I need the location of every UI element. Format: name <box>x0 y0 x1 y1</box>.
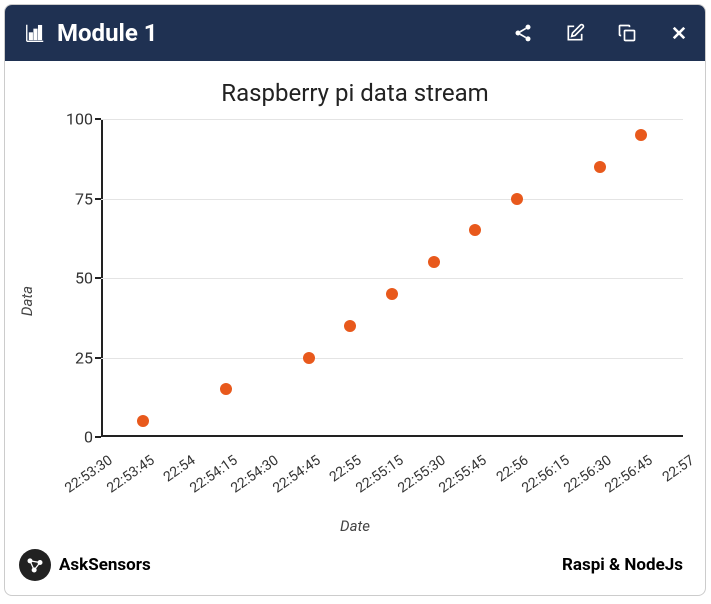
xtick-label: 22:54:45 <box>270 452 323 496</box>
ytick-mark <box>95 198 101 200</box>
xtick-label: 22:53:30 <box>62 452 115 496</box>
chart-area: Raspberry pi data stream Data Date 02550… <box>5 61 705 541</box>
ytick-label: 0 <box>59 428 93 447</box>
footer-subtitle: Raspi & NodeJs <box>562 555 683 575</box>
card-header: Module 1 <box>5 5 705 61</box>
module-card: Module 1 <box>4 4 706 596</box>
gridline <box>101 119 683 120</box>
edit-icon[interactable] <box>563 21 587 45</box>
data-point <box>220 383 232 395</box>
xtick-label: 22:53:45 <box>104 452 157 496</box>
card-title: Module 1 <box>57 19 158 47</box>
header-actions <box>511 21 691 45</box>
ytick-mark <box>95 277 101 279</box>
data-point <box>594 161 606 173</box>
bar-chart-icon <box>23 21 47 45</box>
data-point <box>511 193 523 205</box>
data-point <box>386 288 398 300</box>
data-point <box>137 415 149 427</box>
card-footer: AskSensors Raspi & NodeJs <box>5 541 705 595</box>
data-point <box>428 256 440 268</box>
y-axis-label: Data <box>18 286 36 316</box>
gridline <box>101 199 683 200</box>
x-axis-label: Date <box>340 517 370 535</box>
data-point <box>344 320 356 332</box>
share-icon[interactable] <box>511 21 535 45</box>
gridline <box>101 358 683 359</box>
close-icon[interactable] <box>667 21 691 45</box>
ytick-label: 25 <box>59 348 93 367</box>
ytick-label: 100 <box>59 110 93 129</box>
x-axis-line <box>101 435 683 437</box>
plot-region: 025507510022:53:3022:53:4522:5422:54:152… <box>101 119 683 437</box>
asksensors-logo-icon <box>19 549 51 581</box>
data-point <box>635 129 647 141</box>
ytick-mark <box>95 436 101 438</box>
ytick-label: 50 <box>59 269 93 288</box>
xtick-label: 22:57 <box>660 452 698 485</box>
chart-title: Raspberry pi data stream <box>5 79 705 107</box>
data-point <box>469 224 481 236</box>
copy-icon[interactable] <box>615 21 639 45</box>
footer-brand: AskSensors <box>19 549 151 581</box>
gridline <box>101 278 683 279</box>
data-point <box>303 352 315 364</box>
footer-brand-text: AskSensors <box>59 555 151 575</box>
ytick-mark <box>95 118 101 120</box>
ytick-label: 75 <box>59 189 93 208</box>
xtick-label: 22:55:15 <box>353 452 406 496</box>
ytick-mark <box>95 357 101 359</box>
